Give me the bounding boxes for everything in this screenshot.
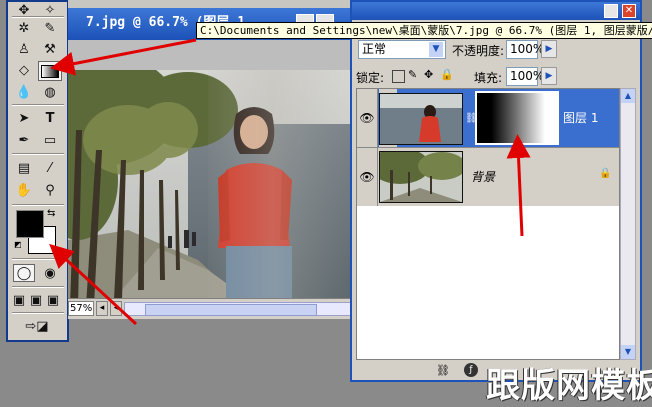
arrow-to-color-swatches — [49, 243, 138, 326]
annotation-arrows — [49, 38, 531, 326]
arrow-to-layer-mask — [506, 134, 531, 237]
arrow-to-gradient-tool — [50, 38, 197, 76]
